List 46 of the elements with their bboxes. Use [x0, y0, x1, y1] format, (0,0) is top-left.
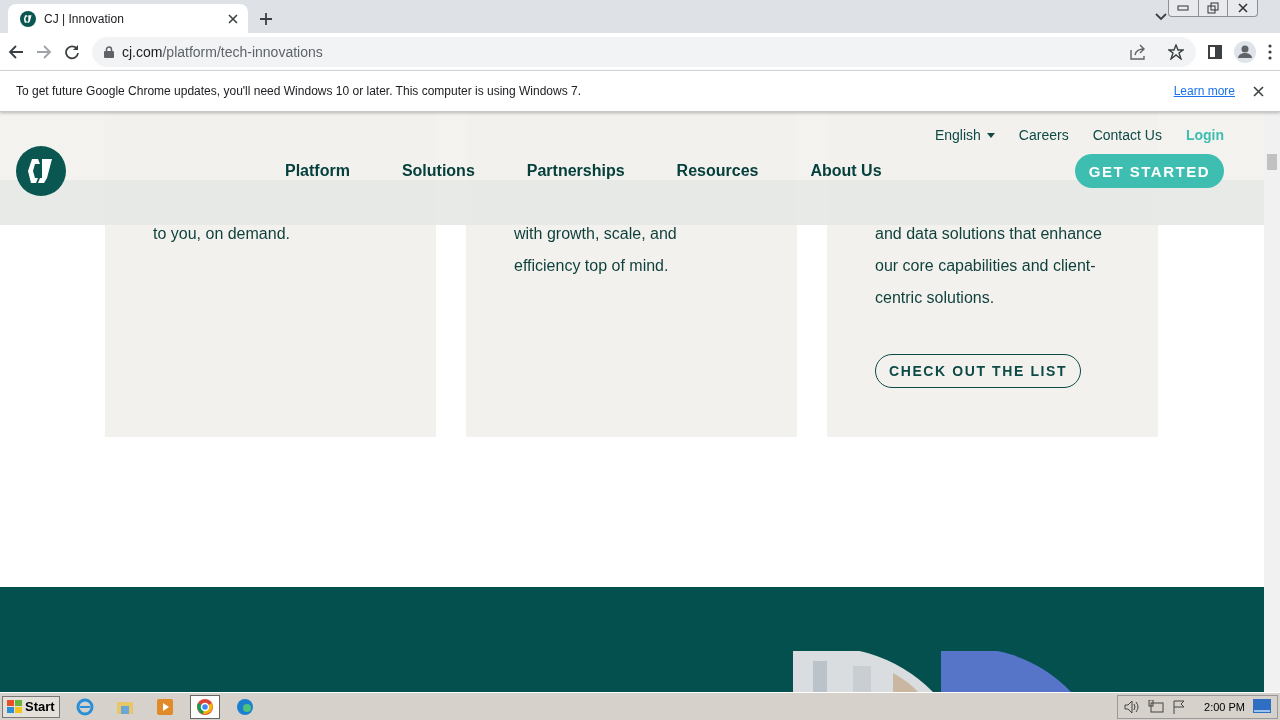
nav-link[interactable]: Platform	[285, 162, 350, 180]
nav-link[interactable]: Resources	[676, 162, 759, 180]
nav-link[interactable]: About Us	[810, 162, 882, 180]
share-icon[interactable]	[1130, 43, 1146, 60]
learn-more-link[interactable]: Learn more	[1173, 84, 1235, 98]
volume-icon[interactable]	[1124, 699, 1141, 714]
lock-icon	[104, 45, 114, 58]
chrome-icon[interactable]	[195, 697, 214, 716]
minimize-icon[interactable]	[1177, 5, 1190, 11]
url-host: cj.com	[122, 43, 163, 60]
caret-icon	[986, 132, 995, 138]
show-desktop-icon[interactable]	[1253, 698, 1271, 715]
nav-link[interactable]: Solutions	[401, 162, 475, 180]
utility-link[interactable]: Contact Us	[1092, 122, 1162, 148]
language-dropdown[interactable]: English	[934, 122, 995, 148]
clock-time: 2:00 PM	[1204, 700, 1245, 713]
card-text: and data solutions that enhance our core capabilities and client- centric solutions.	[875, 224, 1102, 308]
side-panel-icon[interactable]	[1208, 44, 1222, 59]
close-icon[interactable]	[1236, 3, 1249, 13]
card-text: with growth, scale, and efficiency top of mind.	[514, 224, 677, 276]
flag-icon[interactable]	[1172, 699, 1187, 714]
new-tab-icon[interactable]	[259, 11, 273, 26]
utility-link[interactable]: Careers	[1018, 122, 1069, 148]
card-text: to you, on demand.	[153, 224, 290, 244]
nav-link[interactable]: Partnerships	[526, 162, 625, 180]
start-button[interactable]: Start	[2, 695, 60, 718]
browser-tab[interactable]: CJ | Innovation	[8, 4, 248, 33]
tab-title: CJ | Innovation	[44, 11, 125, 26]
edge-icon[interactable]	[235, 697, 254, 716]
windows-logo-icon	[7, 699, 23, 714]
menu-icon[interactable]	[1268, 43, 1272, 60]
network-icon[interactable]	[1148, 699, 1165, 714]
close-icon[interactable]	[228, 13, 238, 24]
address-bar[interactable]: cj.com/platform/tech-innovations	[92, 36, 1196, 67]
chevron-down-icon[interactable]	[1155, 13, 1167, 21]
media-player-icon[interactable]	[156, 698, 173, 715]
update-message: To get future Google Chrome updates, you'll need Windows 10 or later. This computer is using Windows 7.	[16, 84, 583, 98]
close-icon[interactable]	[1253, 85, 1264, 97]
favicon-icon	[20, 10, 36, 27]
url-path: /platform/tech-innovations	[162, 43, 323, 60]
reload-icon[interactable]	[64, 43, 80, 60]
restore-icon[interactable]	[1207, 2, 1219, 14]
back-icon[interactable]	[8, 43, 24, 60]
profile-icon[interactable]	[1234, 40, 1256, 63]
star-icon[interactable]	[1168, 43, 1184, 60]
cj-logo	[16, 146, 66, 196]
